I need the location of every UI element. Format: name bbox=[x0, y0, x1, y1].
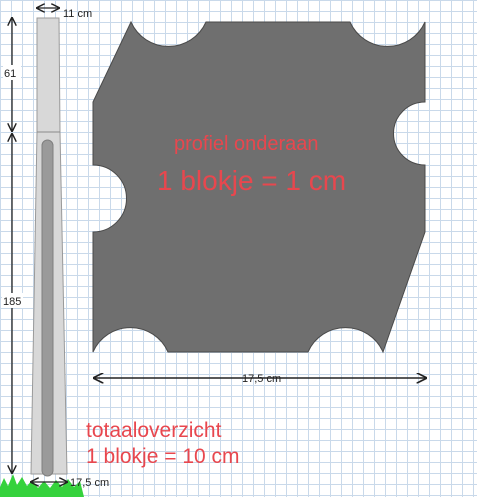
lower-height-label: 185 bbox=[3, 296, 21, 308]
upper-height-label: 61 bbox=[4, 68, 16, 80]
overview-scale-note: 1 blokje = 10 cm bbox=[86, 445, 240, 468]
height-dimensions: 61 185 bbox=[2, 18, 23, 473]
overview-title: totaaloverzicht bbox=[86, 419, 222, 442]
technical-drawing: 11 cm 61 185 17,5 cm 17,5 cm bbox=[0, 0, 477, 497]
profile-width-dimension: 17,5 cm bbox=[94, 373, 426, 385]
post-groove bbox=[41, 139, 54, 477]
profile-scale-note: 1 blokje = 1 cm bbox=[157, 165, 347, 196]
profile-width-label: 17,5 cm bbox=[242, 373, 281, 385]
bottom-width-label: 17,5 cm bbox=[70, 477, 109, 489]
profile-title: profiel onderaan bbox=[174, 133, 319, 155]
top-width-label: 11 cm bbox=[63, 8, 92, 20]
